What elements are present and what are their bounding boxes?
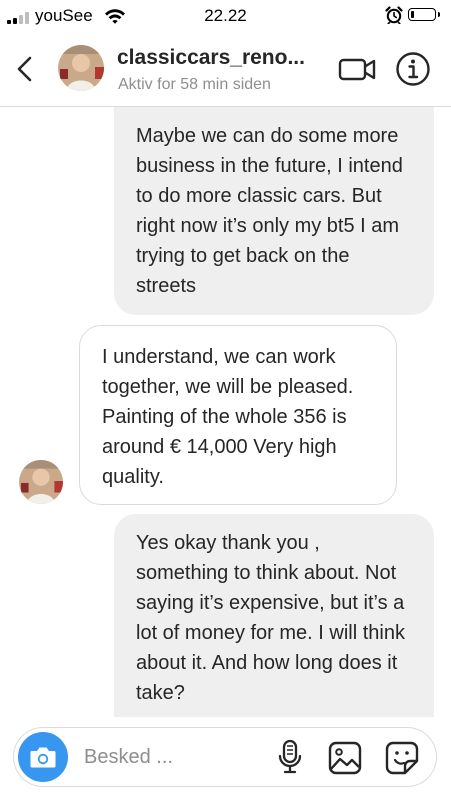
clock: 22.22 bbox=[204, 6, 247, 25]
message-thread[interactable]: Maybe we can do some more business in th… bbox=[0, 107, 451, 717]
message-bubble-sent[interactable]: Maybe we can do some more business in th… bbox=[114, 107, 434, 315]
chat-header: classiccars_reno... Aktiv for 58 min sid… bbox=[0, 34, 451, 107]
sticker-icon[interactable] bbox=[384, 740, 420, 776]
microphone-icon[interactable] bbox=[277, 739, 303, 775]
camera-icon bbox=[30, 747, 56, 768]
message-bubble-received[interactable]: I understand, we can work together, we w… bbox=[79, 325, 397, 505]
message-bubble-sent[interactable]: Yes okay thank you , something to think … bbox=[114, 514, 434, 717]
message-composer bbox=[13, 727, 437, 787]
contact-avatar[interactable] bbox=[58, 45, 104, 91]
contact-avatar-image bbox=[58, 45, 104, 91]
contact-name[interactable]: classiccars_reno... bbox=[117, 46, 335, 70]
sender-avatar[interactable] bbox=[19, 460, 63, 504]
video-call-icon[interactable] bbox=[337, 54, 377, 84]
contact-status: Aktiv for 58 min siden bbox=[118, 76, 271, 93]
battery-level bbox=[411, 11, 414, 18]
battery-icon bbox=[408, 8, 440, 21]
back-arrow-icon[interactable] bbox=[10, 54, 40, 84]
status-bar: youSee 22.22 bbox=[0, 0, 451, 34]
gallery-icon[interactable] bbox=[327, 740, 363, 776]
alarm-icon bbox=[385, 6, 403, 24]
sender-avatar-image bbox=[19, 460, 63, 504]
message-input[interactable] bbox=[84, 742, 264, 772]
camera-button[interactable] bbox=[18, 732, 68, 782]
info-icon[interactable] bbox=[395, 51, 431, 87]
